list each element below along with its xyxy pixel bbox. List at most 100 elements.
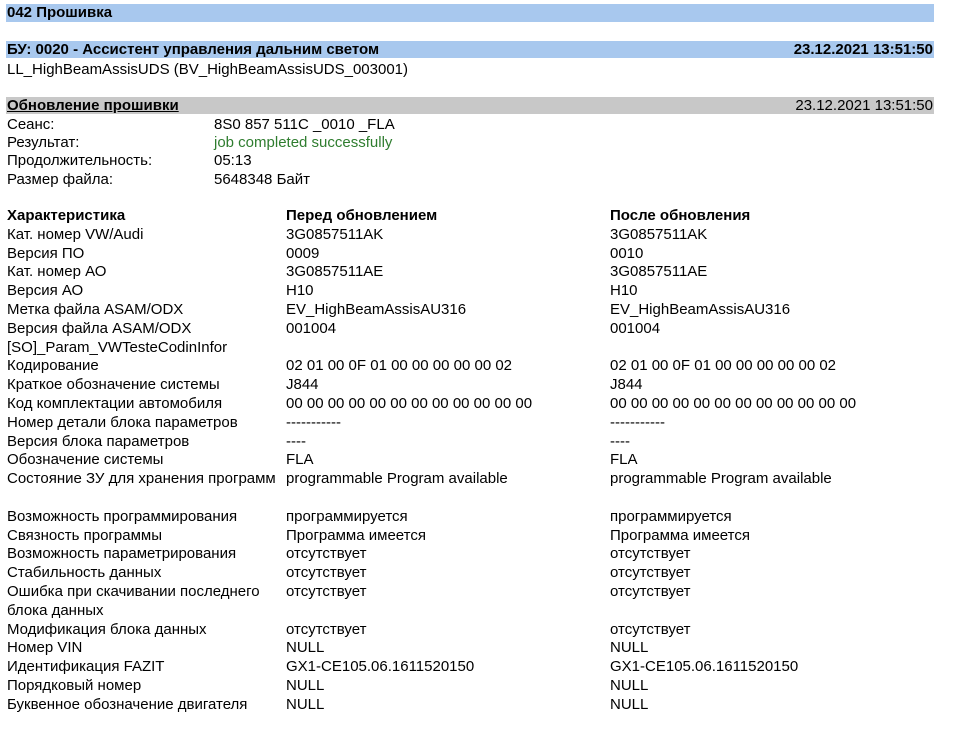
table-row: Версия АО H10 H10 <box>7 282 934 301</box>
row-after: Программа имеется <box>610 526 750 544</box>
field-value: 8S0 857 511C _0010 _FLA <box>214 116 395 133</box>
row-after: 0010 <box>610 244 644 262</box>
table-row: Возможность параметрирования отсутствует о… <box>7 545 934 564</box>
header-before: Перед обновлением <box>286 207 438 224</box>
report-page: 042 Прошивка БУ: 0020 - Ассистент управл… <box>0 0 960 751</box>
row-characteristic: Связность программы <box>7 526 162 544</box>
table-header-row: Характеристика Перед обновлением После о… <box>7 207 934 226</box>
row-before: отсутствует <box>286 582 367 600</box>
table-row: Состояние ЗУ для хранения программ progra… <box>7 470 934 508</box>
row-characteristic: Номер VIN <box>7 639 83 657</box>
field-label: Результат: <box>7 134 80 151</box>
row-after: J844 <box>610 376 643 394</box>
field-value: 05:13 <box>214 152 252 169</box>
row-characteristic: Буквенное обозначение двигателя <box>7 695 248 713</box>
table-row: Метка файла ASAM/ODX EV_HighBeamAssisAU31… <box>7 301 934 320</box>
header-after: После обновления <box>610 207 751 224</box>
row-before: NULL <box>286 695 325 713</box>
row-before: programmable Program available <box>286 470 508 488</box>
row-after: programmable Program available <box>610 470 832 488</box>
row-before: ----------- <box>286 413 341 431</box>
row-characteristic: Возможность параметрирования <box>7 545 237 563</box>
row-after: 3G0857511AK <box>610 225 708 243</box>
row-before: 0009 <box>286 244 320 262</box>
table-row: Обозначение системы FLA FLA <box>7 451 934 470</box>
row-characteristic: Состояние ЗУ для хранения программ <box>7 470 276 488</box>
table-row: Порядковый номер NULL NULL <box>7 677 934 696</box>
table-row: Кат. номер АО 3G0857511AE 3G0857511AE <box>7 263 934 282</box>
row-before: отсутствует <box>286 620 367 638</box>
row-characteristic: Версия файла ASAM/ODX <box>7 319 192 337</box>
unit-title: БУ: 0020 - Ассистент управления дальним … <box>7 41 380 58</box>
row-characteristic: Обозначение системы <box>7 451 164 469</box>
header-characteristic: Характеристика <box>7 207 126 224</box>
table-row: Стабильность данных отсутствует отсутствуе… <box>7 564 934 583</box>
unit-timestamp: 23.12.2021 13:51:50 <box>793 41 933 58</box>
characteristics-table: Характеристика Перед обновлением После о… <box>7 207 934 715</box>
row-characteristic: Ошибка при скачивании последнего блока д… <box>7 582 260 619</box>
row-before: NULL <box>286 639 325 657</box>
row-characteristic: Краткое обозначение системы <box>7 376 220 394</box>
row-characteristic: [SO]_Param_VWTesteCodinInfor <box>7 338 228 356</box>
row-after: NULL <box>610 695 649 713</box>
field-value: 5648348 Байт <box>214 171 310 188</box>
table-row: Краткое обозначение системы J844 J844 <box>7 376 934 395</box>
row-characteristic: Возможность программирования <box>7 507 238 525</box>
row-after: ----------- <box>610 413 665 431</box>
row-before: 00 00 00 00 00 00 00 00 00 00 00 00 <box>286 394 533 412</box>
row-before: 3G0857511AE <box>286 263 384 281</box>
row-before: отсутствует <box>286 545 367 563</box>
update-header: Обновление прошивки 23.12.2021 13:51:50 <box>6 97 934 114</box>
table-row: Ошибка при скачивании последнего блока д… <box>7 583 934 621</box>
table-row: Возможность программирования программируе… <box>7 508 934 527</box>
table-row: Номер детали блока параметров -----------… <box>7 414 934 433</box>
update-title: Обновление прошивки <box>7 97 179 114</box>
row-before: H10 <box>286 282 314 300</box>
row-characteristic: Стабильность данных <box>7 564 162 582</box>
row-characteristic: Кодирование <box>7 357 99 375</box>
row-after: 02 01 00 0F 01 00 00 00 00 00 02 <box>610 357 837 375</box>
row-before: GX1-CE105.06.1611520150 <box>286 658 475 676</box>
row-before: 001004 <box>286 319 337 337</box>
row-before: NULL <box>286 676 325 694</box>
table-row: Кат. номер VW/Audi 3G0857511AK 3G0857511AK <box>7 226 934 245</box>
row-after: GX1-CE105.06.1611520150 <box>610 658 799 676</box>
row-before: 3G0857511AK <box>286 225 384 243</box>
row-before: J844 <box>286 376 319 394</box>
row-before: ---- <box>286 432 306 450</box>
row-after: 001004 <box>610 319 661 337</box>
row-characteristic: Код комплектации автомобиля <box>7 394 223 412</box>
field-label: Продолжительность: <box>7 152 153 169</box>
field-value: job completed successfully <box>214 134 393 151</box>
row-after: H10 <box>610 282 638 300</box>
row-after: отсутствует <box>610 545 691 563</box>
table-row: Связность программы Программа имеется Прог… <box>7 527 934 546</box>
row-after: отсутствует <box>610 620 691 638</box>
row-before: 02 01 00 0F 01 00 00 00 00 00 02 <box>286 357 513 375</box>
row-characteristic: Версия блока параметров <box>7 432 190 450</box>
row-characteristic: Версия АО <box>7 282 84 300</box>
unit-header: БУ: 0020 - Ассистент управления дальним … <box>6 41 934 58</box>
table-row: [SO]_Param_VWTesteCodinInfor <box>7 339 934 358</box>
row-characteristic: Номер детали блока параметров <box>7 413 238 431</box>
row-after: отсутствует <box>610 564 691 582</box>
row-before: Программа имеется <box>286 526 426 544</box>
table-row: Версия блока параметров ---- ---- <box>7 433 934 452</box>
table-row: Кодирование 02 01 00 0F 01 00 00 00 00 00… <box>7 357 934 376</box>
row-after: 00 00 00 00 00 00 00 00 00 00 00 00 <box>610 394 857 412</box>
row-characteristic: Порядковый номер <box>7 676 142 694</box>
row-after: EV_HighBeamAssisAU316 <box>610 300 791 318</box>
field-label: Сеанс: <box>7 116 55 133</box>
table-row: Буквенное обозначение двигателя NULL NULL <box>7 696 934 715</box>
unit-subtitle: LL_HighBeamAssisUDS (BV_HighBeamAssisUDS… <box>7 61 409 78</box>
table-row: Версия файла ASAM/ODX 001004 001004 <box>7 320 934 339</box>
row-before: отсутствует <box>286 564 367 582</box>
table-row: Код комплектации автомобиля 00 00 00 00 0… <box>7 395 934 414</box>
field-label: Размер файла: <box>7 171 114 188</box>
table-row: Номер VIN NULL NULL <box>7 639 934 658</box>
row-before: FLA <box>286 451 314 469</box>
row-before: программируется <box>286 507 408 525</box>
row-characteristic: Модификация блока данных <box>7 620 207 638</box>
row-characteristic: Идентификация FAZIT <box>7 658 165 676</box>
row-characteristic: Кат. номер АО <box>7 263 107 281</box>
